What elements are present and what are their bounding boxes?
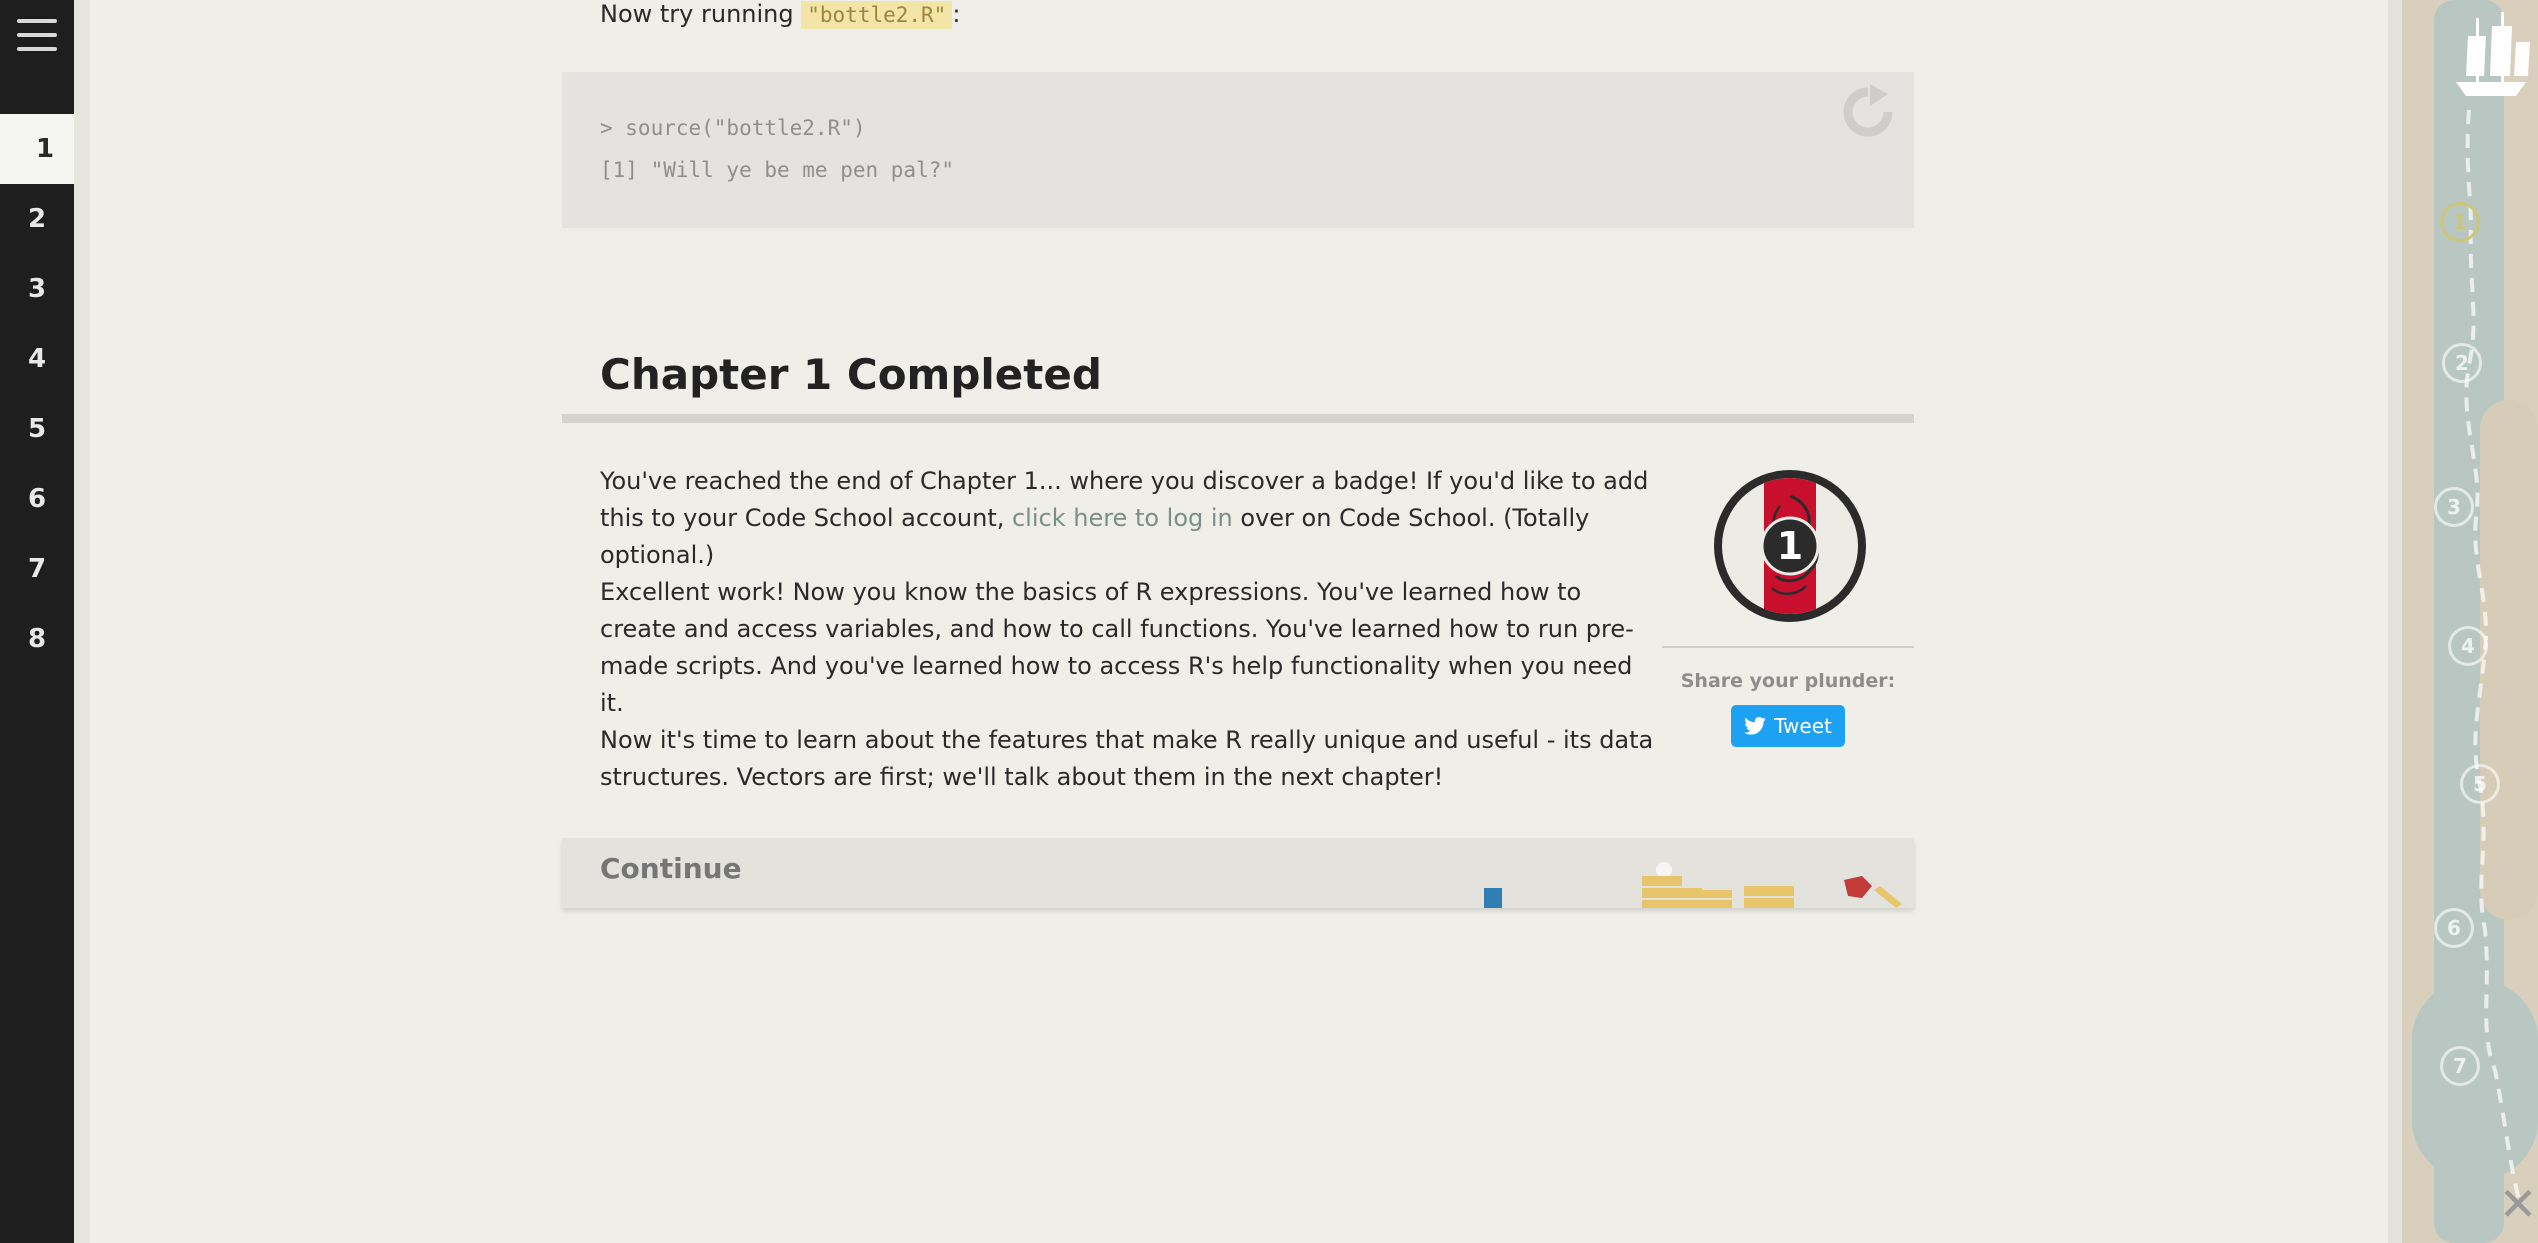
nav-edge <box>74 0 90 1243</box>
title-divider <box>562 414 1914 423</box>
share-label: Share your plunder: <box>1680 670 1896 692</box>
chapter-nav-item-5[interactable]: 5 <box>0 394 74 464</box>
chapter-nav-item-8[interactable]: 8 <box>0 604 74 674</box>
map-marker-2[interactable]: 2 <box>2442 343 2482 383</box>
instruction-suffix: : <box>952 0 961 28</box>
summary-paragraph: Excellent work! Now you know the basics … <box>600 578 1634 717</box>
next-chapter-paragraph: Now it's time to learn about the feature… <box>600 726 1654 791</box>
reload-icon[interactable] <box>1840 84 1896 140</box>
map-marker-5[interactable]: 5 <box>2460 764 2500 804</box>
map-marker-6[interactable]: 6 <box>2434 908 2474 948</box>
inline-code: "bottle2.R" <box>801 1 953 29</box>
menu-icon[interactable] <box>0 0 74 70</box>
twitter-bird-icon <box>1744 717 1766 735</box>
chapter-nav-item-2[interactable]: 2 <box>0 184 74 254</box>
map-marker-4[interactable]: 4 <box>2448 626 2488 666</box>
tweet-button[interactable]: Tweet <box>1731 705 1845 747</box>
map-marker-7[interactable]: 7 <box>2440 1046 2480 1086</box>
chapter-nav-item-4[interactable]: 4 <box>0 324 74 394</box>
chapter-nav: 1 2 3 4 5 6 7 8 <box>0 0 90 1243</box>
chapter-nav-item-3[interactable]: 3 <box>0 254 74 324</box>
lesson-content: Now try running "bottle2.R": > source("b… <box>90 0 2388 1243</box>
map-marker-1[interactable]: 1 <box>2440 202 2480 242</box>
instruction-text: Now try running "bottle2.R": <box>600 0 961 29</box>
continue-button[interactable]: Continue <box>562 838 1914 908</box>
console-line: > source("bottle2.R") <box>600 116 866 140</box>
badge-number: 1 <box>1776 524 1804 568</box>
treasure-pile-icon <box>1484 862 1902 908</box>
map-marker-3[interactable]: 3 <box>2434 487 2474 527</box>
console-output: > source("bottle2.R") [1] "Will ye be me… <box>562 72 1914 228</box>
badge-paragraph: You've reached the end of Chapter 1... w… <box>600 463 1660 574</box>
badge-divider <box>1662 646 1914 648</box>
chapter-nav-item-7[interactable]: 7 <box>0 534 74 604</box>
login-link[interactable]: click here to log in <box>1012 504 1233 532</box>
treasure-map: 1 2 3 4 5 6 7 ✕ <box>2388 0 2538 1243</box>
close-icon[interactable]: ✕ <box>2496 1181 2538 1227</box>
tweet-label: Tweet <box>1774 714 1832 738</box>
instruction-prefix: Now try running <box>600 0 802 28</box>
ship-icon <box>2456 12 2530 96</box>
chapter-nav-item-6[interactable]: 6 <box>0 464 74 534</box>
console-line: [1] "Will ye be me pen pal?" <box>600 158 955 182</box>
chapter-completed-title: Chapter 1 Completed <box>600 350 1102 399</box>
